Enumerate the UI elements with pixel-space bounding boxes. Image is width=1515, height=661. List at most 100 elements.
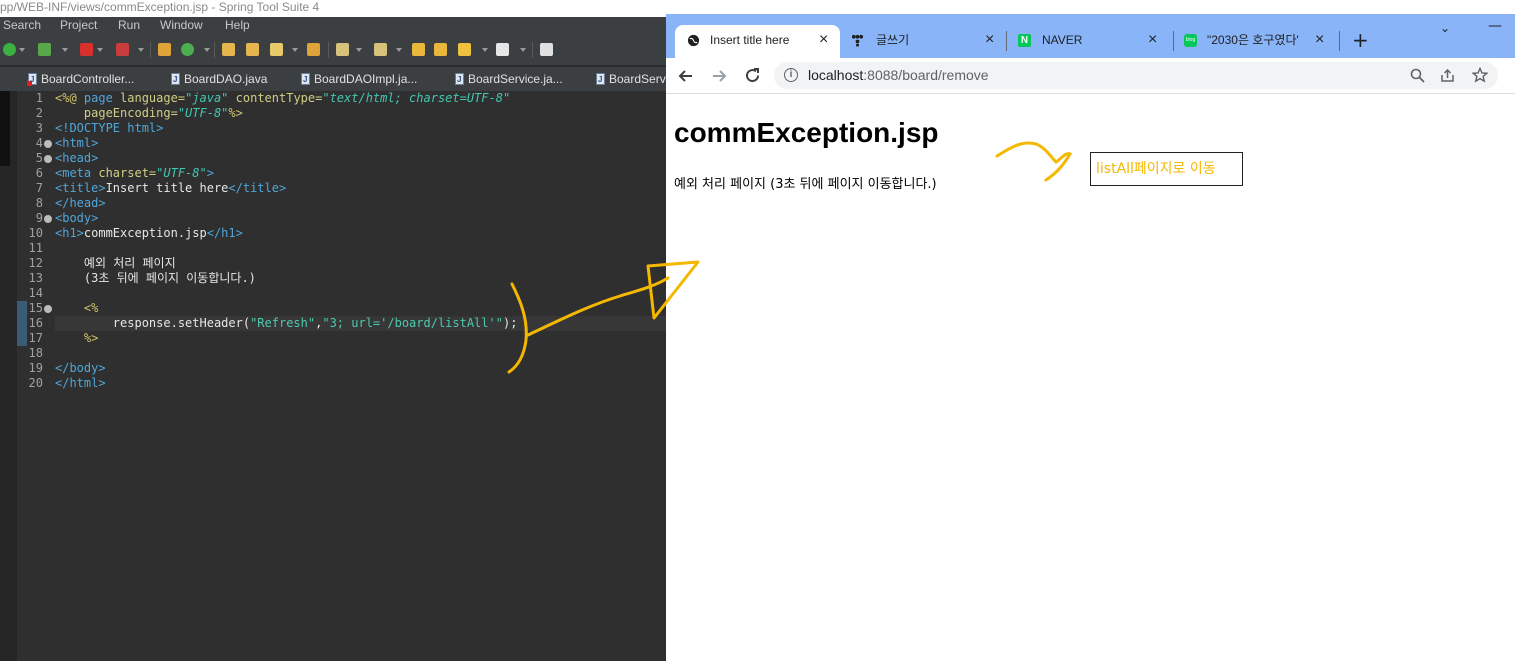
close-icon[interactable]: × (1315, 25, 1324, 55)
browser-tab-insert-title[interactable]: Insert title here × (675, 25, 840, 58)
forward-arrow-icon[interactable] (496, 43, 509, 56)
code-editor[interactable]: 1 2 3 4 5 6 7 8 9 10 11 12 13 14 15 16 1… (17, 91, 666, 661)
blog-icon: blog (1184, 34, 1197, 47)
line-number: 3 (35, 121, 43, 135)
browser-toolbar: i localhost:8088/board/remove (666, 58, 1515, 94)
menu-help[interactable]: Help (225, 17, 250, 34)
java-file-icon (171, 68, 180, 92)
page-title: commException.jsp (674, 117, 939, 148)
server-icon[interactable] (116, 43, 129, 56)
reload-icon[interactable] (744, 67, 761, 84)
code-line: (3초 뒤에 페이지 이동합니다.) (55, 271, 256, 285)
code-line: %> (55, 331, 99, 345)
line-number: 8 (35, 196, 43, 210)
forward-edit-icon[interactable] (434, 43, 447, 56)
line-number: 14 (28, 286, 43, 300)
java-file-icon (455, 68, 464, 92)
browser-window: Insert title here × 글쓰기 × N NAVER × blog… (666, 14, 1515, 661)
perspective-icon[interactable] (540, 43, 553, 56)
java-file-icon (301, 68, 310, 92)
close-icon[interactable]: × (1148, 25, 1157, 55)
menu-search[interactable]: Search (3, 17, 41, 34)
code-line: <%@ page language="java" contentType="te… (55, 91, 511, 105)
fold-toggle-icon[interactable] (44, 140, 52, 148)
java-file-icon (596, 68, 605, 92)
line-number: 2 (35, 106, 43, 120)
editor-tab-boarddaoimpl[interactable]: BoardDAOImpl.ja... (301, 67, 417, 92)
editor-tab-boardservice[interactable]: BoardService.ja... (455, 67, 563, 92)
line-number: 18 (28, 346, 43, 360)
code-line: </head> (55, 196, 106, 210)
refresh-icon[interactable] (181, 43, 194, 56)
new-project-icon[interactable] (158, 43, 171, 56)
line-number: 6 (35, 166, 43, 180)
code-line: <head> (55, 151, 99, 165)
close-icon[interactable]: × (819, 25, 828, 55)
tab-label: Insert title here (710, 33, 790, 47)
last-edit-icon[interactable] (412, 43, 425, 56)
code-line: </body> (55, 361, 106, 375)
url-text[interactable]: localhost:8088/board/remove (808, 62, 989, 89)
tab-search-icon[interactable]: ⌄ (1440, 21, 1450, 35)
zoom-icon[interactable] (1410, 68, 1425, 83)
line-number: 16 (28, 316, 43, 330)
ide-window: pp/WEB-INF/views/commException.jsp - Spr… (0, 0, 666, 661)
address-bar[interactable]: i localhost:8088/board/remove (774, 62, 1498, 89)
prev-annotation-icon[interactable] (374, 43, 387, 56)
tab-label: "2030은 호구였다" (1207, 33, 1299, 47)
tistory-icon (851, 34, 864, 47)
line-number: 17 (28, 331, 43, 345)
site-info-icon[interactable]: i (784, 68, 798, 82)
editor-tab-boardserviceimpl[interactable]: BoardServi (596, 67, 666, 92)
code-line: <h1>commException.jsp</h1> (55, 226, 243, 240)
fold-toggle-icon[interactable] (44, 215, 52, 223)
back-icon[interactable] (678, 68, 694, 84)
tab-label: 글쓰기 (876, 33, 910, 47)
close-icon[interactable]: × (985, 25, 994, 55)
minimize-button[interactable]: — (1488, 18, 1502, 34)
line-number: 15 (28, 301, 43, 315)
next-annotation-icon[interactable] (336, 43, 349, 56)
open-type-icon[interactable] (307, 43, 320, 56)
code-line: <title>Insert title here</title> (55, 181, 287, 195)
fold-toggle-icon[interactable] (44, 155, 52, 163)
code-line: response.setHeader("Refresh","3; url='/b… (55, 316, 518, 330)
debug-icon[interactable] (38, 43, 51, 56)
globe-icon (687, 34, 700, 47)
code-line: 예외 처리 페이지 (55, 256, 176, 270)
line-number: 7 (35, 181, 43, 195)
code-line: pageEncoding="UTF-8"%> (55, 106, 243, 120)
browser-tab-write[interactable]: 글쓰기 × (841, 25, 1001, 58)
line-number: 10 (28, 226, 43, 240)
folder-icon[interactable] (246, 43, 259, 56)
editor-tab-boardcontroller[interactable]: BoardController... (27, 67, 134, 92)
bookmark-star-icon[interactable] (1472, 67, 1488, 83)
browser-tab-naver[interactable]: N NAVER × (1008, 25, 1168, 58)
editor-tab-bar: BoardController... BoardDAO.java BoardDA… (0, 67, 666, 92)
new-tab-button[interactable]: + (1352, 26, 1369, 54)
line-number: 19 (28, 361, 43, 375)
browser-tab-blog[interactable]: blog "2030은 호구였다" × (1175, 25, 1335, 58)
ide-menu-bar: Search Project Run Window Help (0, 17, 666, 34)
fold-toggle-icon[interactable] (44, 305, 52, 313)
editor-tab-boarddao[interactable]: BoardDAO.java (171, 67, 267, 92)
menu-project[interactable]: Project (60, 17, 97, 34)
brush-icon[interactable] (270, 43, 283, 56)
open-folder-icon[interactable] (222, 43, 235, 56)
ide-toolbar (0, 34, 666, 66)
line-number: 20 (28, 376, 43, 390)
code-line: </html> (55, 376, 106, 390)
browser-tab-strip: Insert title here × 글쓰기 × N NAVER × blog… (666, 14, 1515, 58)
menu-window[interactable]: Window (160, 17, 203, 34)
stop-icon[interactable] (80, 43, 93, 56)
menu-run[interactable]: Run (118, 17, 140, 34)
code-line: <html> (55, 136, 99, 150)
back-arrow-icon[interactable] (458, 43, 471, 56)
forward-icon[interactable] (711, 68, 727, 84)
annotation-label: listAll페이지로 이동 (1090, 152, 1243, 186)
line-number: 5 (35, 151, 43, 165)
share-icon[interactable] (1440, 68, 1455, 83)
code-line: <!DOCTYPE html> (55, 121, 164, 135)
run-icon[interactable] (3, 43, 16, 56)
naver-icon: N (1018, 34, 1031, 47)
